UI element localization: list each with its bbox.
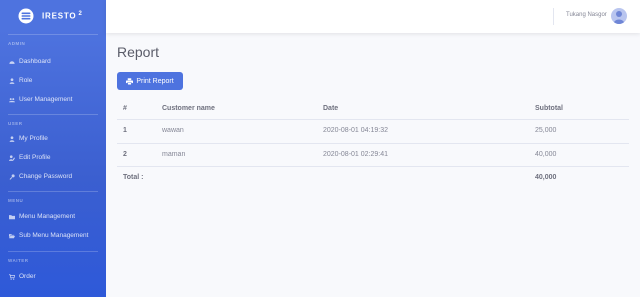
user-icon	[8, 77, 16, 85]
row-number: 1	[123, 127, 127, 134]
table-row: 1 wawan 2020-08-01 04:19:32 25,000	[117, 120, 629, 143]
table-header: # Customer name Date Subtotal	[117, 98, 629, 120]
total-label: Total :	[123, 174, 144, 181]
table-total-row: Total : 40,000	[117, 166, 629, 189]
sidebar-item-user-management[interactable]: User Management	[0, 90, 106, 109]
row-number: 2	[123, 151, 127, 158]
header-subtotal: Subtotal	[535, 105, 563, 112]
users-icon	[8, 96, 16, 104]
table-row: 2 maman 2020-08-01 02:29:41 40,000	[117, 143, 629, 166]
brand-name: IRESTO 2	[42, 11, 83, 21]
total-value: 40,000	[535, 174, 557, 181]
page-title: Report	[117, 44, 160, 60]
row-customer-name: wawan	[162, 127, 184, 134]
key-icon	[8, 173, 16, 181]
cart-icon	[8, 273, 16, 281]
row-customer-name: maman	[162, 151, 186, 158]
print-icon	[126, 77, 134, 85]
avatar[interactable]	[611, 8, 627, 24]
print-report-button[interactable]: Print Report	[117, 72, 183, 90]
user-icon	[8, 135, 16, 143]
dashboard-icon	[8, 58, 16, 66]
folder-icon	[8, 213, 16, 221]
row-subtotal: 25,000	[535, 127, 557, 134]
topbar-divider	[553, 8, 554, 25]
sidebar-item-my-profile[interactable]: My Profile	[0, 129, 106, 148]
sidebar-item-change-password[interactable]: Change Password	[0, 167, 106, 186]
row-date: 2020-08-01 04:19:32	[323, 127, 388, 134]
header-customer-name: Customer name	[162, 105, 215, 112]
folder-open-icon	[8, 232, 16, 240]
brand[interactable]: IRESTO 2	[0, 0, 106, 32]
row-date: 2020-08-01 02:29:41	[323, 151, 388, 158]
report-table: # Customer name Date Subtotal 1 wawan 20…	[117, 98, 629, 189]
sidebar-item-menu-management[interactable]: Menu Management	[0, 207, 106, 226]
header-date: Date	[323, 105, 339, 112]
header-number: #	[123, 105, 127, 112]
user-name[interactable]: Tukang Nasgor	[566, 12, 607, 18]
row-subtotal: 40,000	[535, 151, 557, 158]
sidebar: IRESTO 2 ADMIN Dashboard Role User Manage…	[0, 0, 106, 297]
sidebar-item-order[interactable]: Order	[0, 267, 106, 286]
logo-icon	[18, 8, 34, 24]
user-edit-icon	[8, 154, 16, 162]
sidebar-item-edit-profile[interactable]: Edit Profile	[0, 148, 106, 167]
sidebar-item-role[interactable]: Role	[0, 71, 106, 90]
sidebar-item-sub-menu-management[interactable]: Sub Menu Management	[0, 226, 106, 245]
topbar: Tukang Nasgor	[106, 0, 640, 33]
sidebar-item-dashboard[interactable]: Dashboard	[0, 52, 106, 71]
